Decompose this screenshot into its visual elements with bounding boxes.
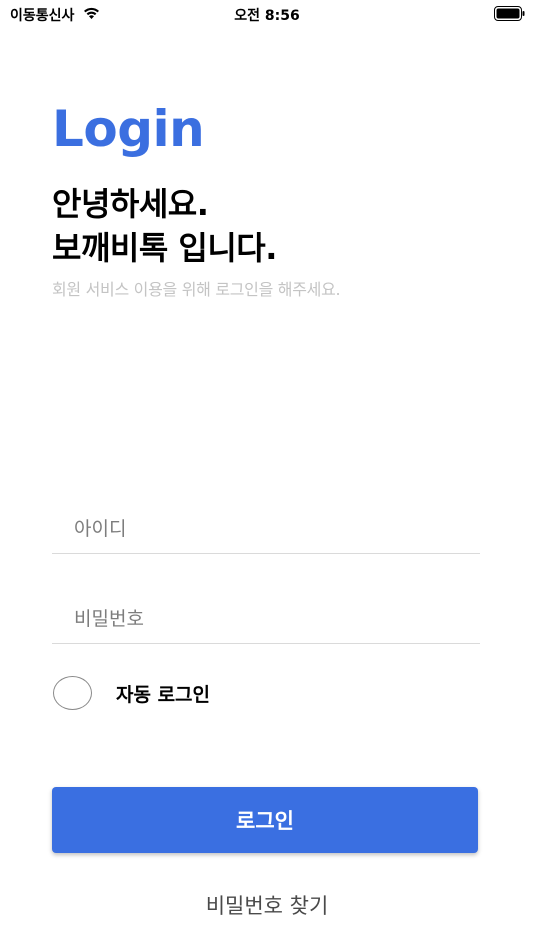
login-title: Login xyxy=(52,100,205,158)
auto-login-label: 자동 로그인 xyxy=(116,683,211,706)
password-input[interactable] xyxy=(52,594,480,643)
login-button[interactable]: 로그인 xyxy=(52,787,478,853)
status-bar: 이동통신사 오전 8:56 xyxy=(0,0,534,28)
find-password-link[interactable]: 비밀번호 찾기 xyxy=(0,890,534,920)
clock: 오전 8:56 xyxy=(234,8,300,24)
id-input[interactable] xyxy=(52,504,480,553)
greeting-line-1: 안녕하세요. xyxy=(52,185,209,223)
login-screen: 이동통신사 오전 8:56 Login 안녕하세요. 보깨비톡 입니다. 회원 … xyxy=(0,0,534,950)
id-field xyxy=(52,504,480,554)
password-field xyxy=(52,594,480,644)
greeting: 안녕하세요. 보깨비톡 입니다. xyxy=(52,182,277,270)
auto-login-checkbox[interactable] xyxy=(53,676,92,710)
greeting-line-2: 보깨비톡 입니다. xyxy=(52,229,277,267)
auto-login-row[interactable]: 자동 로그인 xyxy=(53,674,210,712)
battery-full-icon xyxy=(494,6,526,21)
login-subtitle: 회원 서비스 이용을 위해 로그인을 해주세요. xyxy=(52,280,341,299)
